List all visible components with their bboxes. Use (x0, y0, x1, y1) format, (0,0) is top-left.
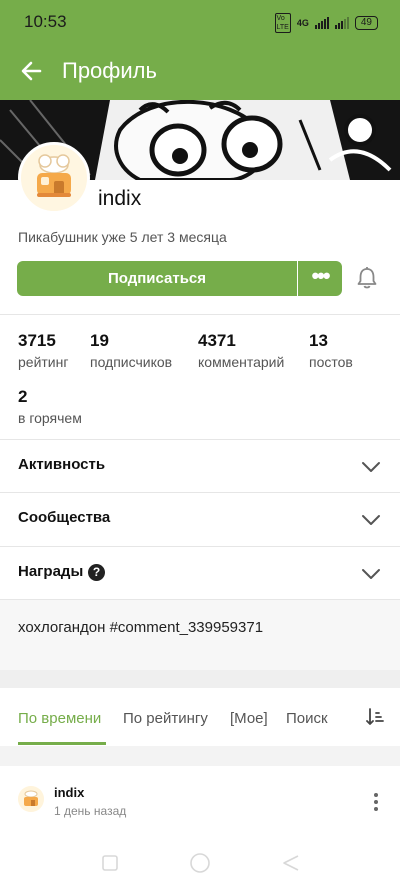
page-title: Профиль (62, 58, 157, 83)
stat-label: комментарий (198, 354, 285, 370)
section-communities[interactable]: Сообщества (0, 493, 400, 545)
tab-mine[interactable]: [Мое] (230, 710, 268, 727)
subscribe-button[interactable]: Подписаться (17, 261, 297, 296)
spacer (0, 746, 400, 766)
status-icons: Vo LTE 4G 49 (274, 13, 378, 33)
more-vertical-icon[interactable] (370, 792, 382, 812)
bell-icon[interactable] (356, 266, 378, 290)
section-awards[interactable]: Награды ? (0, 547, 400, 599)
tab-search[interactable]: Поиск (286, 710, 328, 727)
tab-by-rating[interactable]: По рейтингу (123, 710, 208, 727)
note-text: хохлогандон #comment_339959371 (18, 619, 264, 636)
chevron-down-icon (361, 460, 381, 474)
stat-label: постов (309, 354, 353, 370)
profile-note: хохлогандон #comment_339959371 (0, 600, 400, 670)
stat-comments[interactable]: 4371 комментарий (198, 331, 284, 370)
avatar[interactable] (18, 142, 90, 214)
post-timestamp: 1 день назад (54, 804, 127, 818)
active-tab-indicator (18, 742, 106, 745)
app-bar: Профиль (0, 44, 400, 100)
volte-icon: Vo LTE (274, 13, 291, 33)
section-label: Активность (18, 456, 106, 473)
stat-posts[interactable]: 13 постов (309, 331, 353, 370)
stat-value: 2 (18, 387, 28, 406)
recent-apps-icon[interactable] (100, 853, 120, 878)
stat-hot[interactable]: 2 в горячем (18, 387, 82, 426)
stat-value: 19 (90, 331, 109, 350)
stat-value: 13 (309, 331, 328, 350)
stat-label: рейтинг (18, 354, 69, 370)
chevron-down-icon (361, 567, 381, 581)
stat-value: 4371 (198, 331, 236, 350)
section-label: Награды (18, 563, 84, 580)
network-type: 4G (296, 18, 309, 28)
question-circle-icon[interactable]: ? (88, 564, 105, 581)
sort-icon[interactable] (366, 707, 384, 727)
stat-label: в горячем (18, 410, 82, 426)
stat-value: 3715 (18, 331, 56, 350)
stat-subscribers[interactable]: 19 подписчиков (90, 331, 172, 370)
section-label: Сообщества (18, 509, 111, 526)
system-navigation-bar (0, 843, 400, 889)
section-activity[interactable]: Активность (0, 440, 400, 492)
stat-label: подписчиков (90, 354, 173, 370)
status-bar: 10:53 Vo LTE 4G 49 (0, 0, 400, 44)
username: indix (98, 187, 142, 210)
member-since-text: Пикабушник уже 5 лет 3 месяца (18, 229, 227, 245)
post-author-avatar[interactable] (18, 786, 44, 812)
post-author-name[interactable]: indix (54, 785, 84, 800)
back-nav-icon[interactable] (281, 853, 301, 878)
divider (0, 314, 400, 315)
stat-rating: 3715 рейтинг (18, 331, 68, 370)
chevron-down-icon (361, 513, 381, 527)
signal-icon-2 (334, 17, 349, 29)
status-time: 10:53 (24, 12, 67, 31)
tab-bar: По времени По рейтингу [Мое] Поиск (0, 688, 400, 746)
signal-icon (314, 17, 329, 29)
home-icon[interactable] (189, 852, 211, 879)
arrow-left-icon[interactable] (20, 56, 44, 86)
spacer (0, 670, 400, 688)
more-options-button[interactable]: ••• (298, 261, 342, 296)
tab-by-time[interactable]: По времени (18, 710, 101, 727)
battery-icon: 49 (354, 16, 378, 30)
